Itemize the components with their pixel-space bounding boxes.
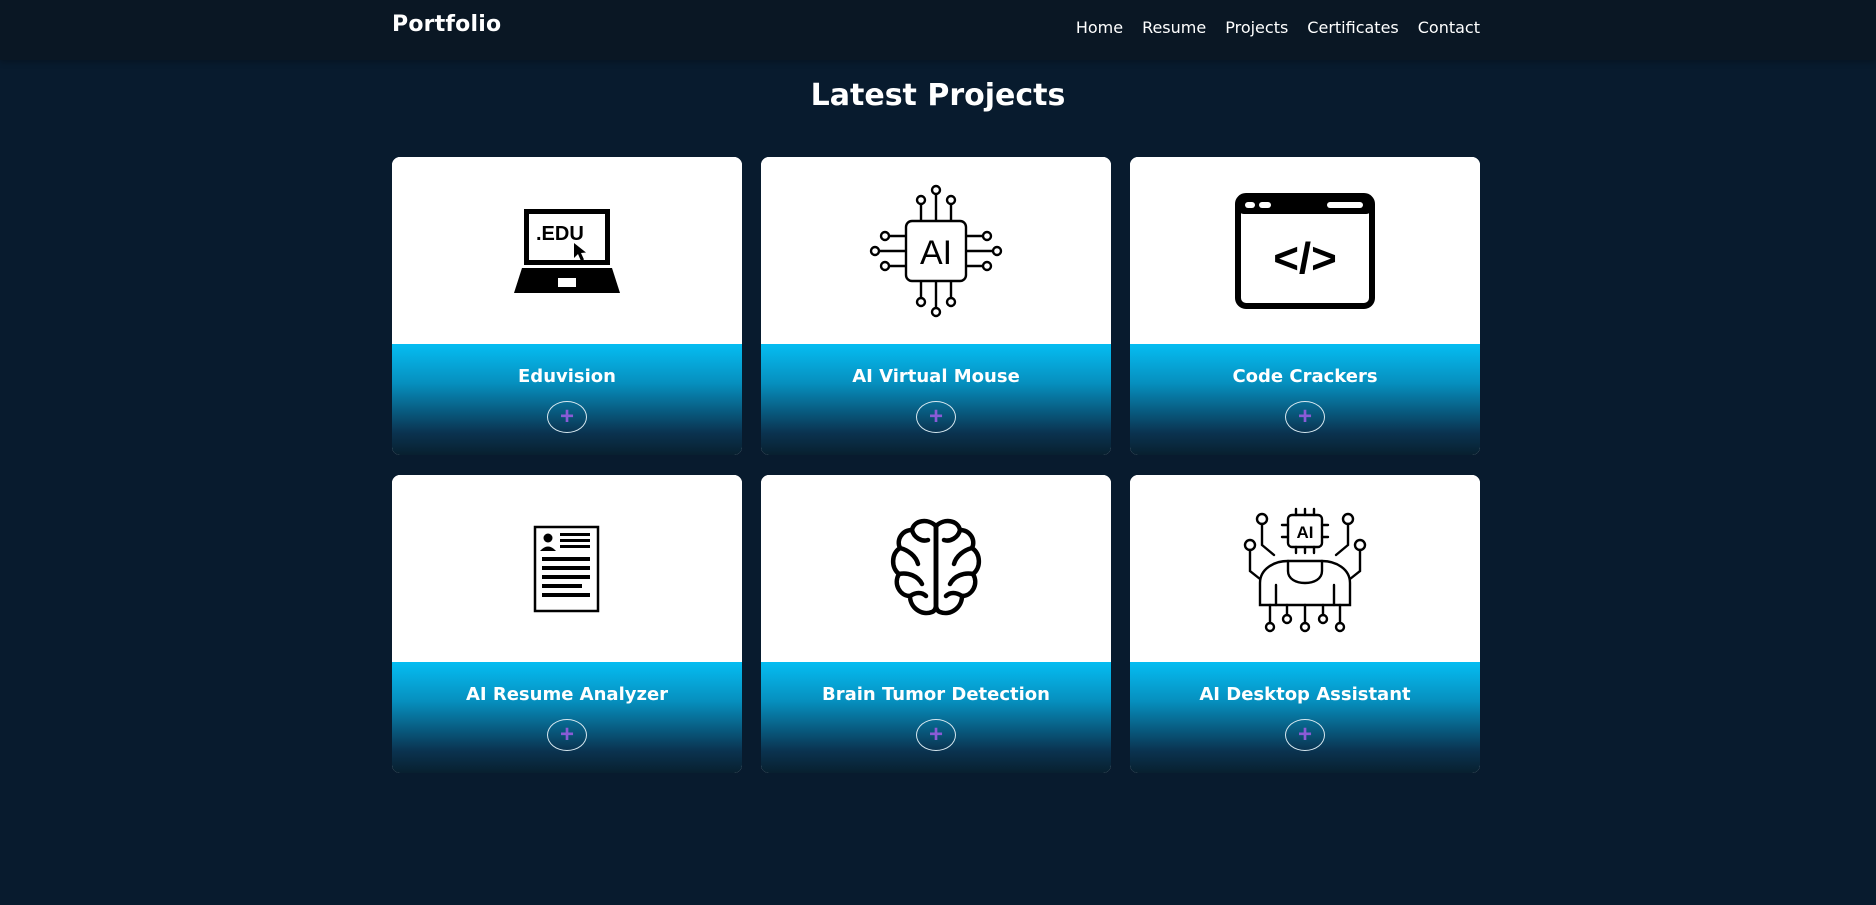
card-image xyxy=(761,475,1111,662)
project-card: AI AI Desktop Assistant + xyxy=(1130,475,1480,773)
card-image: </> xyxy=(1130,157,1480,344)
card-image: AI xyxy=(761,157,1111,344)
svg-text:.EDU: .EDU xyxy=(536,223,584,245)
svg-text:AI: AI xyxy=(920,234,952,272)
svg-text:AI: AI xyxy=(1297,523,1314,542)
project-card: .EDU Eduvision + xyxy=(392,157,742,455)
expand-button[interactable]: + xyxy=(547,719,587,751)
plus-icon: + xyxy=(1297,403,1312,430)
nav-link-certificates[interactable]: Certificates xyxy=(1307,18,1398,37)
ai-chip-icon: AI xyxy=(869,184,1003,317)
nav-link-resume[interactable]: Resume xyxy=(1142,18,1206,37)
projects-grid: .EDU Eduvision + AI AI Virtual Mouse + <… xyxy=(392,157,1480,773)
plus-icon: + xyxy=(1297,721,1312,748)
project-title: AI Virtual Mouse xyxy=(852,366,1020,387)
project-title: AI Desktop Assistant xyxy=(1199,684,1411,705)
plus-icon: + xyxy=(559,403,574,430)
brand-logo[interactable]: Portfolio xyxy=(392,12,501,37)
ai-robot-icon: AI xyxy=(1243,507,1367,632)
project-card: AI AI Virtual Mouse + xyxy=(761,157,1111,455)
project-title: AI Resume Analyzer xyxy=(465,684,669,705)
project-title: Brain Tumor Detection xyxy=(822,684,1050,705)
resume-document-icon xyxy=(533,525,600,612)
card-body: Eduvision + xyxy=(392,344,742,455)
expand-button[interactable]: + xyxy=(1285,401,1325,433)
code-window-icon: </> xyxy=(1235,192,1375,309)
nav-link-projects[interactable]: Projects xyxy=(1225,18,1288,37)
nav-link-contact[interactable]: Contact xyxy=(1418,18,1480,37)
project-card: </> Code Crackers + xyxy=(1130,157,1480,455)
navbar: Portfolio Home Resume Projects Certifica… xyxy=(0,0,1876,60)
nav-links: Home Resume Projects Certificates Contac… xyxy=(1076,18,1480,37)
laptop-edu-icon: .EDU xyxy=(514,208,620,293)
project-card: AI Resume Analyzer + xyxy=(392,475,742,773)
plus-icon: + xyxy=(928,721,943,748)
card-image xyxy=(392,475,742,662)
project-title: Eduvision xyxy=(518,366,616,387)
card-body: Code Crackers + xyxy=(1130,344,1480,455)
expand-button[interactable]: + xyxy=(1285,719,1325,751)
card-body: AI Desktop Assistant + xyxy=(1130,662,1480,773)
plus-icon: + xyxy=(559,721,574,748)
nav-link-home[interactable]: Home xyxy=(1076,18,1123,37)
card-body: AI Resume Analyzer + xyxy=(392,662,742,773)
expand-button[interactable]: + xyxy=(916,401,956,433)
page-title: Latest Projects xyxy=(810,78,1066,113)
project-card: Brain Tumor Detection + xyxy=(761,475,1111,773)
project-title: Code Crackers xyxy=(1232,366,1378,387)
plus-icon: + xyxy=(928,403,943,430)
expand-button[interactable]: + xyxy=(547,401,587,433)
card-body: AI Virtual Mouse + xyxy=(761,344,1111,455)
brain-icon xyxy=(890,518,982,615)
svg-text:</>: </> xyxy=(1273,234,1337,283)
card-body: Brain Tumor Detection + xyxy=(761,662,1111,773)
card-image: .EDU xyxy=(392,157,742,344)
expand-button[interactable]: + xyxy=(916,719,956,751)
card-image: AI xyxy=(1130,475,1480,662)
